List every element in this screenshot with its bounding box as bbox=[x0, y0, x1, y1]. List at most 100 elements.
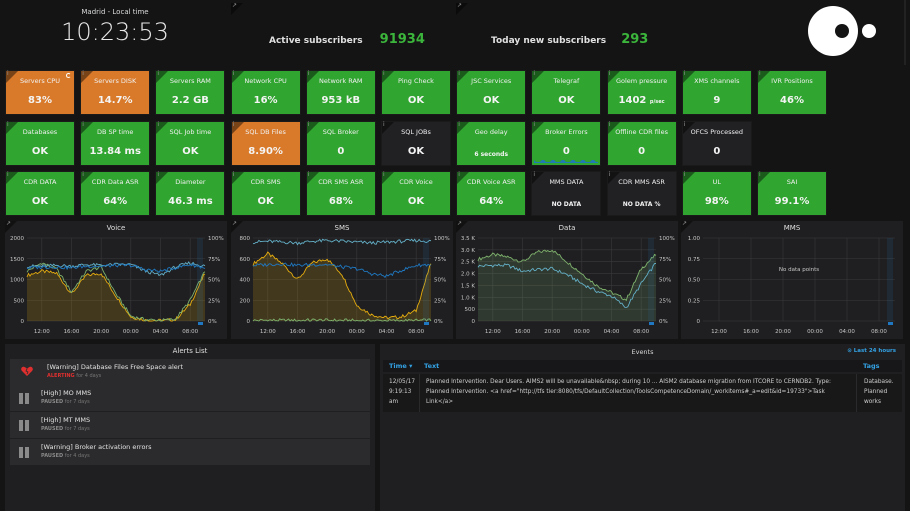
stat-tile-telegraf[interactable]: i Telegraf OK bbox=[531, 70, 602, 115]
stat-tile-cdr-voice[interactable]: i CDR Voice OK bbox=[381, 171, 451, 216]
tile-title: Servers DISK bbox=[94, 77, 137, 85]
column-header-text[interactable]: Text bbox=[424, 362, 439, 370]
tile-value: 2.2 GB bbox=[171, 95, 209, 106]
x-tick-label: 08:00 bbox=[182, 329, 198, 335]
stat-tile-cdr-mms-asr[interactable]: i CDR MMS ASR NO DATA % bbox=[606, 171, 677, 216]
alert-item[interactable]: [Warning] Database Files Free Space aler… bbox=[10, 359, 370, 385]
info-icon: i bbox=[82, 70, 84, 77]
stat-tile-golem-pressure[interactable]: i Golem pressure 1402 p/sec bbox=[606, 70, 677, 115]
graph-plot[interactable]: 0 0.25 0.50 0.75 1.00 12:00 16:00 20:00 00:00 04:… bbox=[681, 221, 903, 339]
column-header-time[interactable]: Time ▾ bbox=[389, 362, 412, 370]
x-tick-label: 04:00 bbox=[839, 329, 855, 335]
info-icon: i bbox=[82, 121, 84, 128]
y2-tick-label: 50% bbox=[659, 278, 671, 284]
stat-tile-network-ram[interactable]: i Network RAM 953 kB bbox=[305, 70, 376, 115]
tile-value: 83% bbox=[28, 95, 52, 106]
annotation-region bbox=[197, 238, 203, 321]
tile-value: 9 bbox=[713, 95, 721, 106]
stat-tile-databases[interactable]: i Databases OK bbox=[5, 121, 75, 166]
alert-item[interactable]: [High] MO MMS PAUSED for 7 days bbox=[10, 385, 370, 411]
tile-title: SQL JOBs bbox=[401, 128, 431, 136]
stat-tile-servers-cpu[interactable]: i Servers CPU 83% bbox=[5, 70, 75, 115]
stat-tile-jsc-services[interactable]: i JSC Services OK bbox=[456, 70, 527, 115]
stat-tile-mms-data[interactable]: i MMS DATA NO DATA bbox=[531, 171, 602, 216]
x-tick-label: 20:00 bbox=[775, 329, 791, 335]
stat-tile-cdr-data[interactable]: i CDR DATA OK bbox=[5, 171, 75, 216]
active-subscribers-panel: Active subscribers 91934 bbox=[231, 3, 453, 63]
tile-title: SAI bbox=[786, 178, 798, 186]
stat-tile-diameter[interactable]: i Diameter 46.3 ms bbox=[155, 171, 226, 216]
alert-state-label: PAUSED bbox=[41, 426, 64, 432]
events-title: Events bbox=[631, 348, 654, 356]
graph-plot[interactable]: 0 500 1000 1500 2000 0% 25% 50% 75% 100% 12:00 16:0… bbox=[5, 221, 227, 339]
info-icon: i bbox=[307, 70, 310, 77]
y2-tick-label: 100% bbox=[434, 236, 450, 242]
new-subscribers-panel: Today new subscribers 293 bbox=[456, 3, 678, 63]
graph-panel-mms[interactable]: ↗ MMS 0 0.25 0.50 0.75 1.00 12:00 16:00 20:00 00:0… bbox=[681, 220, 903, 339]
divider bbox=[904, 0, 906, 65]
x-tick-label: 16:00 bbox=[743, 329, 759, 335]
y-tick-label: 0 bbox=[697, 319, 701, 325]
tile-value: 953 kB bbox=[321, 95, 361, 106]
refresh-icon bbox=[66, 73, 71, 78]
stat-tile-ul[interactable]: i UL 98% bbox=[681, 171, 752, 216]
time-range-link[interactable]: ⊙ Last 24 hours bbox=[847, 348, 896, 354]
annotation-marker bbox=[424, 322, 429, 325]
alert-name[interactable]: [Warning] Broker activation errors bbox=[41, 443, 151, 451]
info-icon: i bbox=[683, 70, 686, 77]
tile-value: 16% bbox=[253, 95, 278, 106]
alert-item[interactable]: [High] MT MMS PAUSED for 7 days bbox=[10, 412, 370, 438]
alert-name[interactable]: [High] MO MMS bbox=[41, 389, 91, 397]
stat-tile-cdr-voice-asr[interactable]: i CDR Voice ASR 64% bbox=[456, 171, 527, 216]
info-icon: i bbox=[157, 121, 160, 128]
stat-tile-ping-check[interactable]: i Ping Check OK bbox=[381, 70, 451, 115]
tile-title: MMS DATA bbox=[549, 178, 584, 186]
stat-tile-offline-cdr-files[interactable]: i Offline CDR files 0 bbox=[606, 121, 677, 166]
alert-name[interactable]: [Warning] Database Files Free Space aler… bbox=[47, 363, 183, 371]
stat-tile-cdr-sms-asr[interactable]: i CDR SMS ASR 68% bbox=[305, 171, 376, 216]
info-icon: i bbox=[383, 171, 385, 178]
alert-item[interactable]: [Warning] Broker activation errors PAUSED… bbox=[10, 439, 370, 465]
info-icon: i bbox=[7, 121, 9, 128]
time-range-label: Last 24 hours bbox=[853, 348, 896, 354]
graph-panel-data[interactable]: ↗ Data 0 500 1.0 K 1.5 K 2.0 K 2.5 K 3.0 K 3.5 K0… bbox=[456, 220, 678, 339]
table-row[interactable]: 12/05/17 9:19:13 am Planned Intervention. … bbox=[383, 374, 902, 412]
annotation-region bbox=[648, 238, 654, 321]
graph-plot[interactable]: 0 500 1.0 K 1.5 K 2.0 K 2.5 K 3.0 K 3.5 K 0% 25% 5… bbox=[456, 221, 678, 339]
column-header-tags[interactable]: Tags bbox=[863, 362, 880, 370]
stat-tile-broker-errors[interactable]: i Broker Errors 0 bbox=[531, 121, 602, 166]
tile-value: OK bbox=[558, 95, 575, 106]
stat-tile-cdr-sms[interactable]: i CDR SMS OK bbox=[230, 171, 301, 216]
new-subscribers-value: 293 bbox=[621, 32, 649, 47]
stat-tile-network-cpu[interactable]: i Network CPU 16% bbox=[230, 70, 301, 115]
info-icon: i bbox=[157, 171, 160, 178]
x-tick-label: 12:00 bbox=[711, 329, 727, 335]
stat-tile-sql-broker[interactable]: i SQL Broker 0 bbox=[305, 121, 376, 166]
alert-state-label: ALERTING bbox=[47, 373, 75, 379]
alert-name[interactable]: [High] MT MMS bbox=[41, 416, 90, 424]
stat-tile-servers-disk[interactable]: i Servers DISK 14.7% bbox=[80, 70, 151, 115]
stat-tile-sai[interactable]: i SAI 99.1% bbox=[757, 171, 827, 216]
stat-tile-cdr-data-asr[interactable]: i CDR Data ASR 64% bbox=[80, 171, 151, 216]
x-tick-label: 00:00 bbox=[807, 329, 823, 335]
clock-icon: ⊙ bbox=[847, 348, 852, 354]
stat-tile-geo-delay[interactable]: i Geo delay 6 seconds bbox=[456, 121, 527, 166]
y-tick-label: 3.0 K bbox=[461, 248, 475, 254]
stat-tile-sql-job-time[interactable]: i SQL Job time OK bbox=[155, 121, 226, 166]
stat-tile-xms-channels[interactable]: i XMS channels 9 bbox=[681, 70, 752, 115]
stat-tile-db-sp-time[interactable]: i DB SP time 13.84 ms bbox=[80, 121, 151, 166]
graph-plot[interactable]: 0 200 400 600 800 0% 25% 50% 75% 100% 12:00 16:00 20… bbox=[231, 221, 453, 339]
graph-panel-sms[interactable]: ↗ SMS 0 200 400 600 800 0% 25% 50% 75% 100% 12:00 16:… bbox=[231, 220, 453, 339]
alert-state: PAUSED for 7 days bbox=[41, 426, 90, 432]
info-icon: i bbox=[383, 121, 385, 128]
stat-tile-ivr-positions[interactable]: i IVR Positions 46% bbox=[757, 70, 827, 115]
stat-tile-servers-ram[interactable]: i Servers RAM 2.2 GB bbox=[155, 70, 226, 115]
stat-tile-sql-db-files[interactable]: i SQL DB Files 8.90% bbox=[230, 121, 301, 166]
alert-duration: for 4 days bbox=[64, 453, 90, 459]
graph-panel-voice[interactable]: ↗ Voice 0 500 1000 1500 2000 0% 25% 50% 75% 100% 12:… bbox=[5, 220, 227, 339]
stat-tile-sql-jobs[interactable]: i SQL JOBs OK bbox=[381, 121, 451, 166]
stat-tile-ofcs-processed[interactable]: i OFCS Processed 0 bbox=[681, 121, 752, 166]
tile-value: 13.84 ms bbox=[89, 146, 141, 157]
tile-unit: p/sec bbox=[649, 99, 665, 105]
x-tick-label: 08:00 bbox=[871, 329, 887, 335]
